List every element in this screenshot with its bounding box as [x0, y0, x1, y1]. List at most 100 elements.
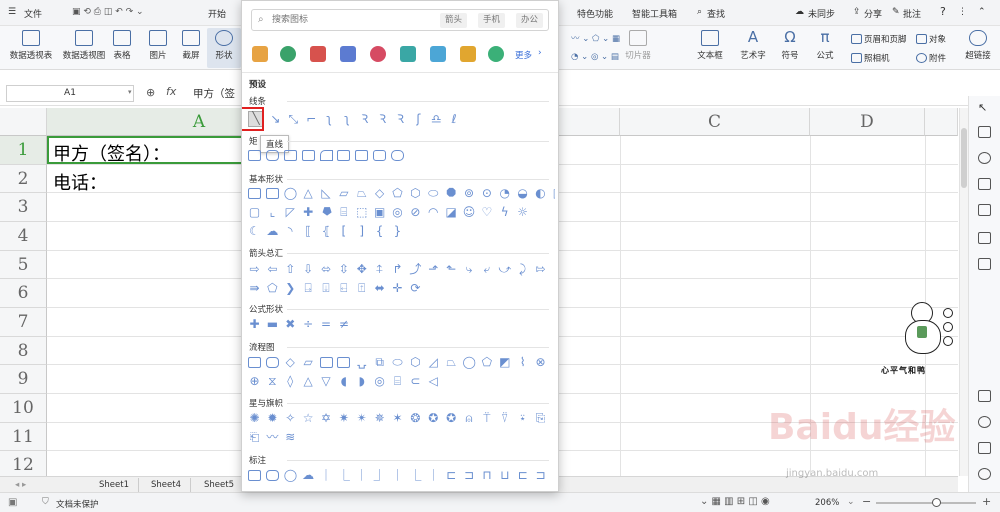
round-both-shape[interactable] — [391, 150, 404, 161]
double-brace-shape[interactable]: ⦃ — [320, 225, 333, 238]
sheet-tab-5[interactable]: Sheet5 — [195, 478, 244, 492]
smiley-shape[interactable]: ☺ — [463, 206, 476, 219]
pentagon-arrow-shape[interactable]: ⬠ — [266, 282, 279, 295]
sample-icon-2[interactable] — [280, 46, 296, 62]
zoom-dropdown-icon[interactable]: ⌄ — [847, 497, 855, 507]
half-frame-shape[interactable]: ▢ — [248, 206, 261, 219]
sample-icon-5[interactable] — [370, 46, 386, 62]
wave-shape[interactable]: 〰 — [266, 431, 279, 444]
not-equal-shape[interactable]: ≠ — [337, 318, 350, 331]
left-right-up-arrow-shape[interactable]: ⍏ — [373, 263, 386, 276]
circular-arrow-shape[interactable]: ⟳ — [409, 282, 422, 295]
up-down-arrow-shape[interactable]: ⇳ — [337, 263, 350, 276]
chevron-shape[interactable]: ❯ — [284, 282, 297, 295]
zoom-in-button[interactable]: + — [982, 495, 991, 508]
explosion2-shape[interactable]: ✹ — [266, 412, 279, 425]
dodecagon-shape[interactable]: ⊙ — [480, 187, 493, 200]
share-panel-icon[interactable] — [978, 442, 991, 454]
plus-shape[interactable]: ✚ — [248, 318, 261, 331]
document-shape[interactable]: ⍽ — [355, 356, 368, 369]
chip-office[interactable]: 办公 — [516, 13, 544, 28]
star7-shape[interactable]: ✷ — [337, 412, 350, 425]
left-right-arrow-shape[interactable]: ⬄ — [320, 263, 333, 276]
sample-icon-3[interactable] — [310, 46, 326, 62]
object-button[interactable]: 对象 — [916, 33, 946, 45]
divide-shape[interactable]: ÷ — [302, 318, 315, 331]
manual-operation-shape[interactable]: ⏢ — [445, 356, 458, 369]
freeform-shape[interactable]: ♎ — [430, 113, 443, 126]
curved-down-arrow-shape[interactable]: ⤸ — [516, 263, 529, 276]
shape-button[interactable]: 形状 — [207, 28, 241, 68]
right-bracket-shape[interactable]: ] — [355, 225, 368, 238]
location-icon[interactable] — [978, 416, 991, 428]
down-arrow-shape[interactable]: ⇩ — [302, 263, 315, 276]
can-shape[interactable]: ⌸ — [337, 206, 350, 219]
cloud-shape[interactable]: ☁ — [266, 225, 279, 238]
vertical-textbox-shape[interactable] — [265, 188, 279, 199]
explosion1-shape[interactable]: ✺ — [248, 412, 261, 425]
row-header-8[interactable]: 8 — [0, 337, 47, 365]
formula-button[interactable]: π 公式 — [808, 28, 842, 68]
properties-icon[interactable] — [978, 126, 991, 138]
sample-icon-6[interactable] — [400, 46, 416, 62]
snip-round-shape[interactable] — [337, 150, 351, 161]
chevron-right-icon[interactable]: › — [538, 48, 542, 58]
more-icon[interactable]: ⋮ — [958, 7, 967, 17]
manual-input-shape[interactable]: ◿ — [427, 356, 440, 369]
row-header-3[interactable]: 3 — [0, 193, 47, 222]
row-header-12[interactable]: 12 — [0, 451, 47, 476]
bent-up-arrow-shape[interactable]: ⬑ — [445, 263, 458, 276]
accent-callout3-shape[interactable]: ⏋ — [427, 469, 440, 482]
tab-start[interactable]: 开始 — [208, 7, 226, 20]
star4-shape[interactable]: ✧ — [284, 412, 297, 425]
border-callout3-shape[interactable]: ⊓ — [480, 469, 493, 482]
left-up-arrow-shape[interactable]: ⬏ — [427, 263, 440, 276]
up-arrow-shape[interactable]: ⇧ — [284, 263, 297, 276]
star10-shape[interactable]: ✵ — [373, 412, 386, 425]
camera-button[interactable]: 照相机 — [851, 52, 890, 64]
star32-shape[interactable]: ✪ — [445, 412, 458, 425]
name-box[interactable]: A1 — [6, 85, 134, 102]
chart-type-icons[interactable]: 〰 ⌄ ⬠ ⌄ ▦ — [571, 32, 620, 44]
ribbon-up-shape[interactable]: ⍝ — [463, 412, 476, 425]
extract-shape[interactable]: △ — [302, 375, 315, 388]
rounded-variant-shape[interactable] — [373, 150, 387, 161]
line-callout2-shape[interactable]: ⎿ — [337, 469, 350, 482]
notched-right-arrow-shape[interactable]: ⇛ — [248, 282, 261, 295]
fx-icon[interactable]: fx — [166, 85, 176, 98]
zoom-slider-track[interactable] — [876, 502, 976, 504]
scribble-shape[interactable]: ℓ — [448, 113, 461, 126]
curved-connector-shape[interactable]: Ꝛ — [358, 113, 371, 126]
sequential-storage-shape[interactable]: ◎ — [373, 375, 386, 388]
left-arrow-shape[interactable]: ⇦ — [266, 263, 279, 276]
round-corner-shape[interactable] — [319, 150, 333, 161]
striped-right-arrow-shape[interactable]: ⇰ — [534, 263, 547, 276]
vertical-scrollbar[interactable] — [959, 108, 968, 476]
pivot-table-button[interactable]: 数据透视表 — [6, 28, 56, 68]
ribbon-down-shape[interactable]: ⍡ — [480, 412, 493, 425]
double-wave-shape[interactable]: ≋ — [284, 431, 297, 444]
quad-arrow-callout-shape[interactable]: ✛ — [391, 282, 404, 295]
table-tool-icon[interactable] — [978, 178, 991, 190]
attachment-button[interactable]: 附件 — [916, 52, 946, 64]
elbow-double-arrow-shape[interactable]: ʅ — [340, 113, 353, 126]
multiply-shape[interactable]: ✖ — [284, 318, 297, 331]
trapezoid-shape[interactable]: ⏢ — [355, 187, 368, 200]
decagon-shape[interactable]: ⊚ — [463, 187, 476, 200]
chip-arrow[interactable]: 箭头 — [440, 13, 468, 28]
border-callout1-shape[interactable]: ⊏ — [445, 469, 458, 482]
cube-shape[interactable]: ⬚ — [355, 206, 368, 219]
diagonal-stripe-shape[interactable]: ◸ — [284, 206, 297, 219]
no-symbol-shape[interactable]: ⊘ — [409, 206, 422, 219]
curved-double-arrow-shape[interactable]: Ꝛ — [394, 113, 407, 126]
donut-shape[interactable]: ◎ — [391, 206, 404, 219]
diamond-shape[interactable]: ◇ — [373, 187, 386, 200]
teardrop-shape[interactable]: ◐ — [534, 187, 547, 200]
screenshot-button[interactable]: 截屏 — [175, 28, 207, 68]
curve-shape[interactable]: ʃ — [412, 113, 425, 126]
tab-scroll-icons[interactable]: ◂ ▸ — [6, 478, 35, 492]
file-menu[interactable]: 文件 — [24, 7, 42, 20]
row-header-6[interactable]: 6 — [0, 279, 47, 308]
collate-shape[interactable]: ⧖ — [266, 375, 279, 388]
chart-tool-icon[interactable] — [978, 204, 991, 216]
